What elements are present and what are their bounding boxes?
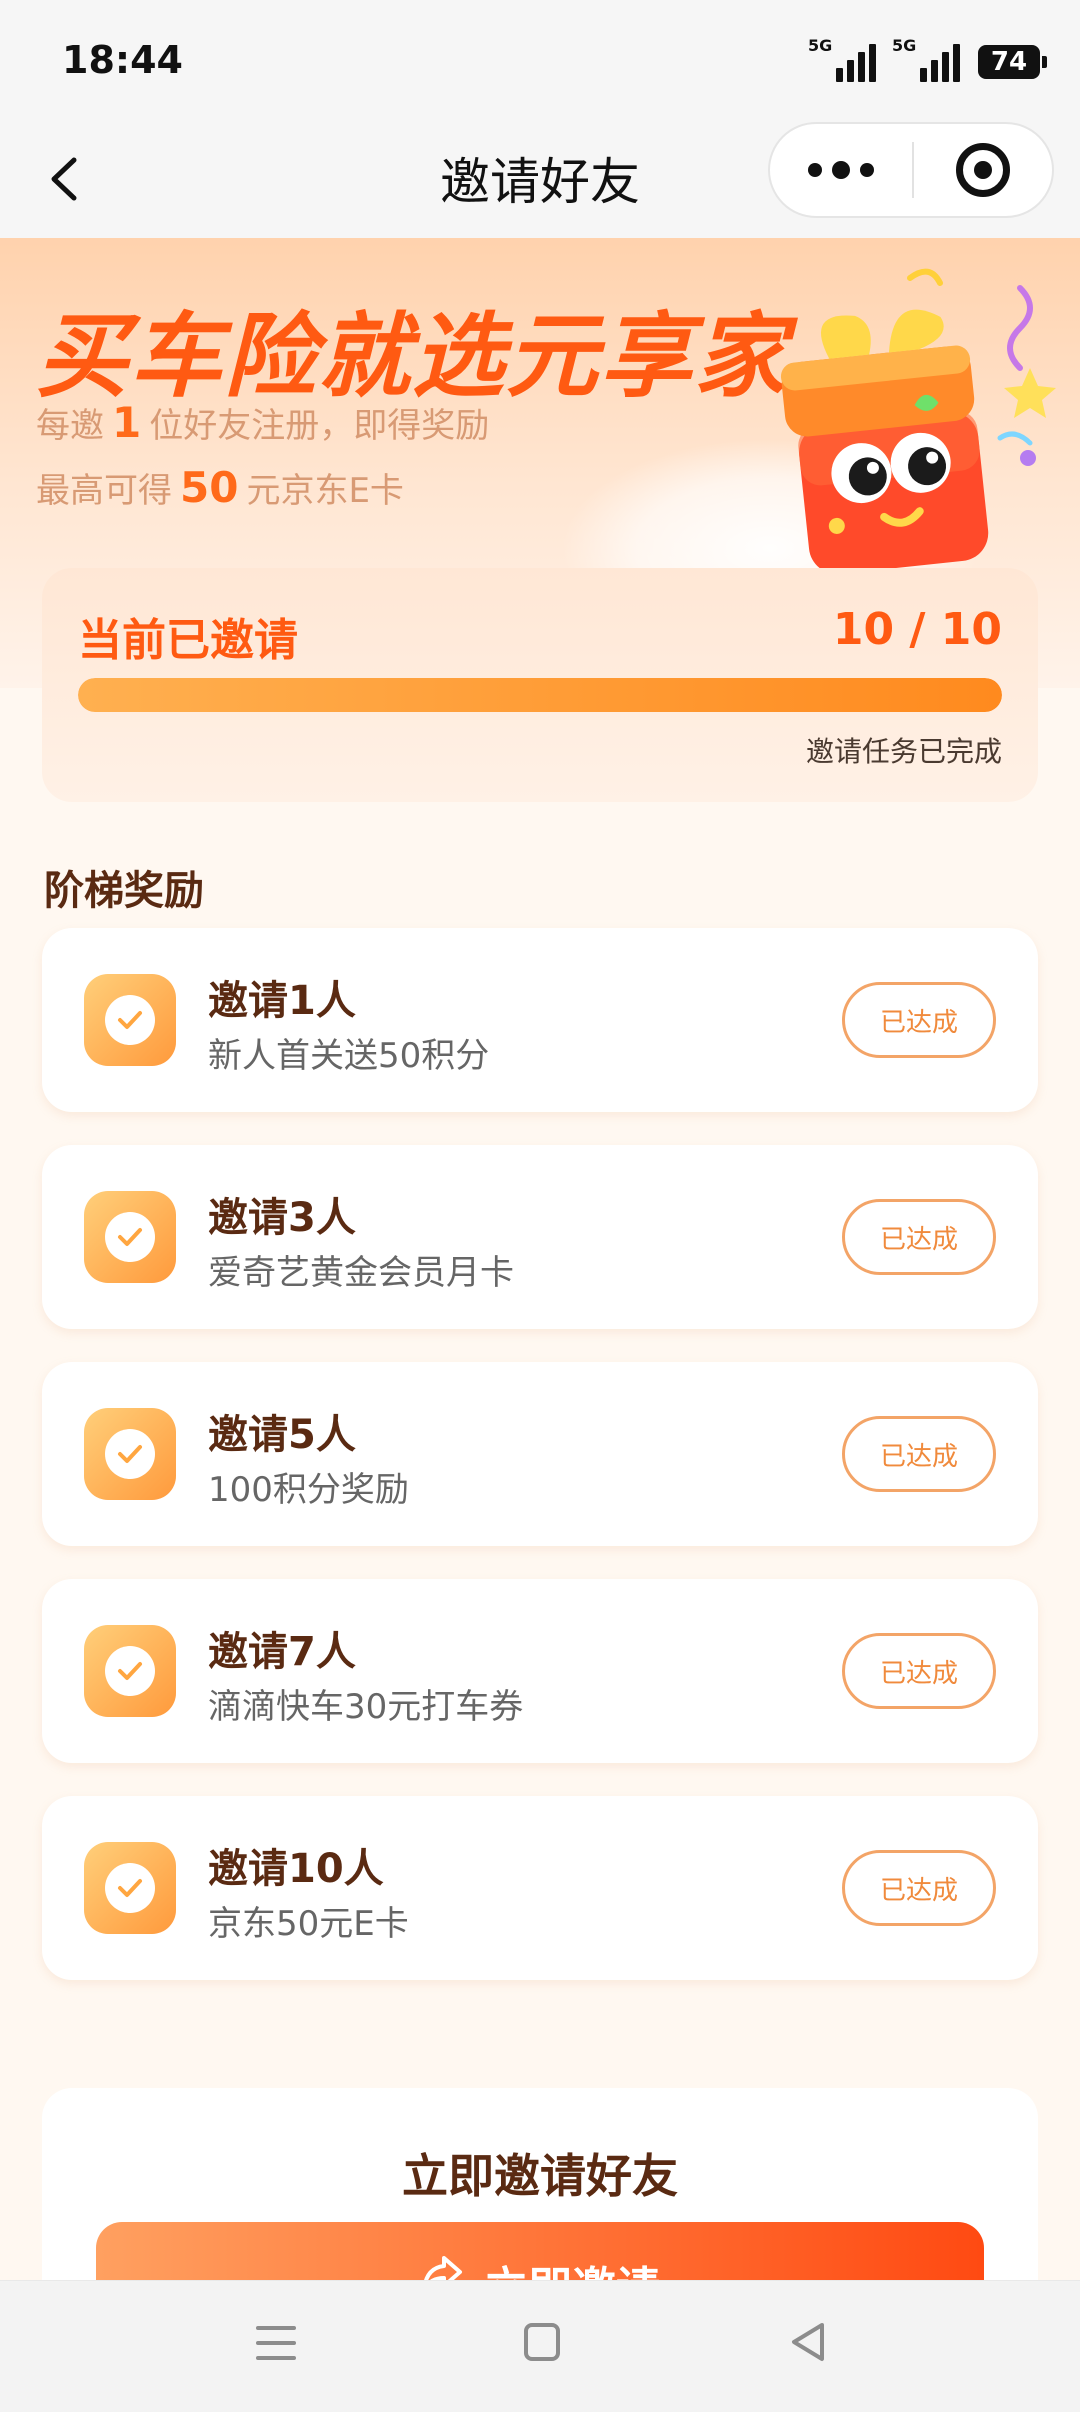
reward-title: 邀请7人 xyxy=(208,1629,356,1675)
reward-desc: 滴滴快车30元打车券 xyxy=(208,1687,524,1727)
tier-reward-list: 邀请1人 新人首关送50积分 已达成 邀请3人 爱奇艺黄金会员月卡 已达成 邀请… xyxy=(42,928,1038,2013)
reward-item-1: 邀请1人 新人首关送50积分 已达成 xyxy=(42,928,1038,1112)
check-icon xyxy=(84,1408,176,1500)
reward-title: 邀请3人 xyxy=(208,1195,356,1241)
signal-tag-1: 5G xyxy=(808,36,833,55)
progress-bar-fill xyxy=(78,678,1002,712)
system-navigation-bar xyxy=(0,2280,1080,2412)
reward-desc: 爱奇艺黄金会员月卡 xyxy=(208,1253,514,1293)
achieved-badge[interactable]: 已达成 xyxy=(842,1850,996,1926)
progress-count: 10 / 10 xyxy=(832,604,1002,655)
nav-bar: 邀请好友 xyxy=(0,120,1080,238)
tier-rewards-title: 阶梯奖励 xyxy=(44,868,204,914)
achieved-badge[interactable]: 已达成 xyxy=(842,982,996,1058)
menu-icon[interactable] xyxy=(256,2323,296,2363)
hero-line2-prefix: 最高可得 xyxy=(36,471,172,511)
hero-title: 买车险就选元享家 xyxy=(36,303,789,410)
achieved-badge[interactable]: 已达成 xyxy=(842,1416,996,1492)
invite-progress-card: 当前已邀请 10 / 10 邀请任务已完成 xyxy=(42,568,1038,802)
hero-line1-num: 1 xyxy=(112,398,142,447)
signal-icon-2: 5G xyxy=(892,36,960,82)
reward-title: 邀请10人 xyxy=(208,1846,384,1892)
hero-subtitle-2: 最高可得 50 元京东E卡 xyxy=(36,463,404,512)
more-icon[interactable] xyxy=(770,161,912,179)
signal-icon: 5G xyxy=(808,36,876,82)
reward-desc: 京东50元E卡 xyxy=(208,1904,409,1944)
reward-item-5: 邀请5人 100积分奖励 已达成 xyxy=(42,1362,1038,1546)
reward-item-3: 邀请3人 爱奇艺黄金会员月卡 已达成 xyxy=(42,1145,1038,1329)
progress-status-text: 邀请任务已完成 xyxy=(805,735,1002,768)
reward-desc: 100积分奖励 xyxy=(208,1470,409,1510)
status-time: 18:44 xyxy=(62,38,183,82)
status-icons: 5G 5G 74 xyxy=(808,36,1047,84)
home-square-icon[interactable] xyxy=(524,2323,560,2361)
invite-title: 立即邀请好友 xyxy=(402,2149,678,2203)
hero-line2-suffix: 元京东E卡 xyxy=(246,471,404,511)
close-target-icon[interactable] xyxy=(914,143,1052,197)
achieved-badge[interactable]: 已达成 xyxy=(842,1633,996,1709)
gift-box-mascot-illustration xyxy=(780,268,1056,575)
miniprogram-capsule xyxy=(768,122,1054,218)
check-icon xyxy=(84,974,176,1066)
hero-subtitle-1: 每邀 1 位好友注册，即得奖励 xyxy=(36,398,489,447)
hero-line1-suffix: 位好友注册，即得奖励 xyxy=(149,406,490,446)
reward-desc: 新人首关送50积分 xyxy=(208,1036,490,1076)
reward-item-10: 邀请10人 京东50元E卡 已达成 xyxy=(42,1796,1038,1980)
achieved-badge[interactable]: 已达成 xyxy=(842,1199,996,1275)
status-bar: 18:44 5G 5G 74 xyxy=(0,0,1080,120)
check-icon xyxy=(84,1191,176,1283)
hero-line2-num: 50 xyxy=(180,463,239,512)
check-icon xyxy=(84,1842,176,1934)
reward-item-7: 邀请7人 滴滴快车30元打车券 已达成 xyxy=(42,1579,1038,1763)
signal-tag-2: 5G xyxy=(892,36,917,55)
reward-title: 邀请5人 xyxy=(208,1412,356,1458)
progress-bar xyxy=(78,678,1002,712)
progress-label: 当前已邀请 xyxy=(78,615,298,666)
hero-line1-prefix: 每邀 xyxy=(36,406,104,446)
check-icon xyxy=(84,1625,176,1717)
battery-icon: 74 xyxy=(978,45,1047,79)
reward-title: 邀请1人 xyxy=(208,978,356,1024)
back-triangle-icon[interactable] xyxy=(788,2321,828,2363)
